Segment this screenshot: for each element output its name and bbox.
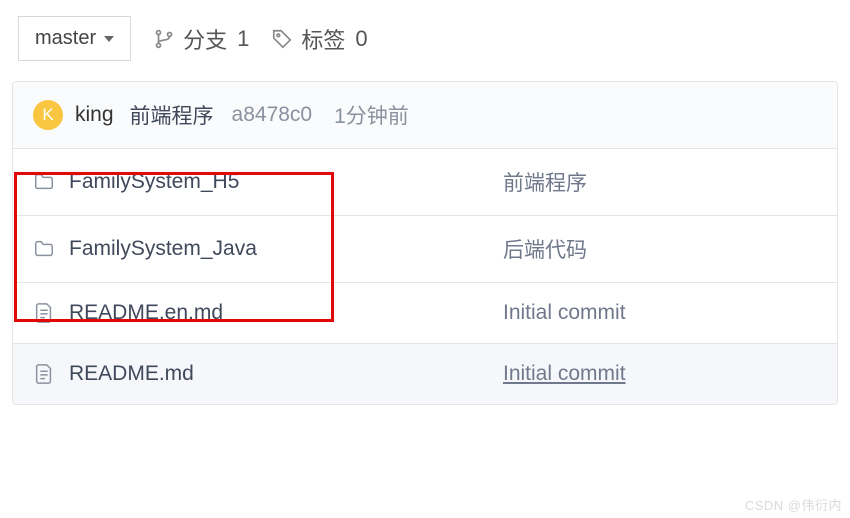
latest-commit-row: K king 前端程序 a8478c0 1分钟前 — [13, 82, 837, 149]
file-commit-msg[interactable]: Initial commit — [503, 301, 817, 325]
file-name[interactable]: FamilySystem_Java — [69, 237, 257, 261]
branch-name: master — [35, 27, 96, 50]
file-row[interactable]: README.en.md Initial commit — [13, 283, 837, 344]
branch-icon — [153, 28, 175, 50]
file-row[interactable]: FamilySystem_Java 后端代码 — [13, 216, 837, 283]
file-text-icon — [33, 302, 55, 324]
watermark: CSDN @伟衍内 — [745, 495, 842, 514]
branch-selector-button[interactable]: master — [18, 16, 131, 61]
folder-icon — [33, 238, 55, 260]
avatar-initial: K — [42, 105, 53, 125]
folder-icon — [33, 171, 55, 193]
file-panel: K king 前端程序 a8478c0 1分钟前 FamilySystem_H5… — [12, 81, 838, 405]
branches-label: 分支 — [183, 23, 227, 55]
caret-down-icon — [104, 36, 114, 42]
file-commit-msg[interactable]: 前端程序 — [503, 167, 817, 197]
tag-icon — [271, 28, 293, 50]
file-text-icon — [33, 363, 55, 385]
tags-link[interactable]: 标签 0 — [271, 23, 367, 55]
commit-message[interactable]: 前端程序 — [130, 100, 214, 130]
tags-label: 标签 — [301, 23, 345, 55]
branches-count: 1 — [237, 26, 249, 52]
avatar: K — [33, 100, 63, 130]
file-row[interactable]: README.md Initial commit — [13, 344, 837, 404]
commit-time: 1分钟前 — [334, 100, 409, 130]
file-commit-msg[interactable]: Initial commit — [503, 362, 817, 386]
file-name[interactable]: README.en.md — [69, 301, 223, 325]
file-name[interactable]: FamilySystem_H5 — [69, 170, 239, 194]
repo-toolbar: master 分支 1 标签 0 — [12, 16, 838, 61]
tags-count: 0 — [355, 26, 367, 52]
file-commit-msg[interactable]: 后端代码 — [503, 234, 817, 264]
file-row[interactable]: FamilySystem_H5 前端程序 — [13, 149, 837, 216]
file-name[interactable]: README.md — [69, 362, 194, 386]
commit-hash[interactable]: a8478c0 — [232, 103, 313, 127]
committer-name[interactable]: king — [75, 103, 114, 127]
branches-link[interactable]: 分支 1 — [153, 23, 249, 55]
